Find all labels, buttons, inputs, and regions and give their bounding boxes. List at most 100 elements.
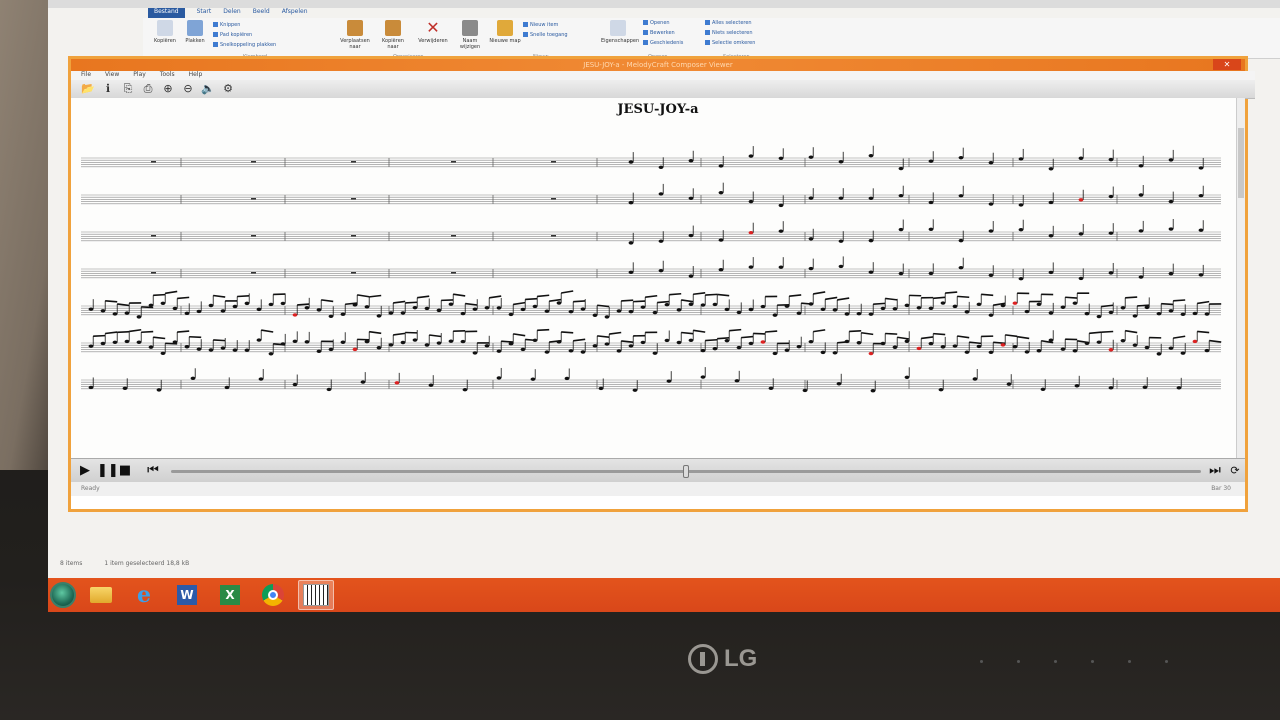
play-button[interactable]: ▶ xyxy=(77,463,93,479)
app-titlebar[interactable]: JESU-JOY-a - MelodyCraft Composer Viewer xyxy=(71,59,1245,71)
zoom-out-icon[interactable]: ⊖ xyxy=(181,82,195,96)
pause-icon: ❚❚ xyxy=(97,463,119,478)
seek-slider[interactable] xyxy=(171,465,1201,478)
taskbar-word[interactable]: W xyxy=(169,580,205,610)
print-icon[interactable]: ⎙ xyxy=(141,82,155,96)
score-scrollbar[interactable] xyxy=(1236,98,1245,458)
menu-help[interactable]: Help xyxy=(189,71,203,80)
ribbon-history[interactable]: Geschiedenis xyxy=(643,40,683,46)
ribbon-invert-selection[interactable]: Selectie omkeren xyxy=(705,40,755,46)
player-bar: ▶ ❚❚ ■ ⏮ ⏭ ⟳ xyxy=(71,458,1245,483)
ribbon-edit[interactable]: Bewerken xyxy=(643,30,675,36)
rewind-start-button[interactable]: ⏮ xyxy=(145,463,161,479)
ribbon-tab-file[interactable]: Bestand xyxy=(148,8,185,18)
ribbon-properties-button[interactable]: Eigenschappen xyxy=(601,20,639,44)
staff xyxy=(81,182,1221,208)
word-icon: W xyxy=(177,585,197,605)
staff xyxy=(81,219,1221,245)
staff xyxy=(81,256,1221,281)
taskbar-excel[interactable]: X xyxy=(212,580,248,610)
item-count: 8 items xyxy=(60,560,83,567)
staff xyxy=(81,145,1221,171)
settings-icon[interactable]: ⚙ xyxy=(221,82,235,96)
excel-icon: X xyxy=(220,585,240,605)
start-button[interactable] xyxy=(50,582,76,608)
rename-icon xyxy=(462,20,478,36)
loop-icon: ⟳ xyxy=(1230,464,1240,477)
ribbon-copy-to-button[interactable]: Kopiëren naar xyxy=(376,20,410,50)
skip-forward-icon: ⏭ xyxy=(1209,463,1221,478)
staff xyxy=(81,328,1222,356)
explorer-titlebar xyxy=(48,0,1280,8)
pause-button[interactable]: ❚❚ xyxy=(97,463,119,479)
status-text: Ready xyxy=(81,485,100,492)
menu-play[interactable]: Play xyxy=(133,71,146,80)
move-icon xyxy=(347,20,363,36)
monitor-buttons xyxy=(980,660,1168,663)
taskbar-chrome[interactable] xyxy=(255,580,291,610)
ribbon-open[interactable]: Openen xyxy=(643,20,670,26)
loop-button[interactable]: ⟳ xyxy=(1227,463,1243,479)
ribbon-paste-shortcut[interactable]: Snelkoppeling plakken xyxy=(213,42,276,48)
close-button[interactable]: ✕ xyxy=(1213,59,1241,70)
app-statusbar: Ready Bar 30 xyxy=(71,482,1245,496)
copy-to-icon xyxy=(385,20,401,36)
ribbon-tab-start[interactable]: Start xyxy=(197,8,212,18)
ribbon-tab-share[interactable]: Delen xyxy=(223,8,240,18)
status-bar-number: Bar 30 xyxy=(1211,485,1231,492)
new-folder-icon xyxy=(497,20,513,36)
open-icon[interactable]: 📂 xyxy=(81,82,95,96)
screen: Bestand Start Delen Beeld Afspelen Kopië… xyxy=(48,0,1280,612)
seek-thumb[interactable] xyxy=(683,465,689,478)
info-icon[interactable]: ℹ xyxy=(101,82,115,96)
monitor-logo: LG xyxy=(688,642,757,676)
skip-end-button[interactable]: ⏭ xyxy=(1207,463,1223,479)
scrollbar-thumb[interactable] xyxy=(1238,128,1244,198)
score-view[interactable]: JESU-JOY-a xyxy=(71,98,1245,458)
music-app-window: JESU-JOY-a - MelodyCraft Composer Viewer… xyxy=(68,56,1255,512)
selection-info: 1 item geselecteerd 18,8 kB xyxy=(104,560,190,567)
menu-tools[interactable]: Tools xyxy=(160,71,175,80)
ribbon-tab-play[interactable]: Afspelen xyxy=(282,8,308,18)
ribbon-cut[interactable]: Knippen xyxy=(213,22,240,28)
delete-icon: ✕ xyxy=(426,18,440,37)
ribbon-select-none[interactable]: Niets selecteren xyxy=(705,30,752,36)
app-toolbar: 📂 ℹ ⎘ ⎙ ⊕ ⊖ 🔈 ⚙ xyxy=(71,80,1255,99)
properties-icon xyxy=(610,20,626,36)
copy-icon[interactable]: ⎘ xyxy=(121,82,135,96)
ribbon-move-button[interactable]: Verplaatsen naar xyxy=(338,20,372,50)
staff xyxy=(81,290,1222,319)
stop-button[interactable]: ■ xyxy=(117,463,133,479)
explorer-ribbon: Kopiëren Plakken Knippen Pad kopiëren Sn… xyxy=(143,18,1280,60)
ribbon-copy-button[interactable]: Kopiëren xyxy=(148,20,182,44)
folder-icon xyxy=(90,587,112,603)
zoom-in-icon[interactable]: ⊕ xyxy=(161,82,175,96)
play-icon: ▶ xyxy=(80,463,90,478)
score-staves xyxy=(81,145,1222,393)
ribbon-tab-view[interactable]: Beeld xyxy=(253,8,270,18)
volume-icon[interactable]: 🔈 xyxy=(201,82,215,96)
skip-back-icon: ⏮ xyxy=(147,463,159,478)
ribbon-paste-button[interactable]: Plakken xyxy=(178,20,212,44)
chrome-icon xyxy=(262,584,284,606)
piano-icon xyxy=(303,584,329,606)
taskbar-internet-explorer[interactable]: e xyxy=(126,580,162,610)
ribbon-new-folder-button[interactable]: Nieuwe map xyxy=(488,20,522,44)
ribbon-delete-button[interactable]: ✕ Verwijderen xyxy=(416,18,450,45)
explorer-statusbar: 8 items 1 item geselecteerd 18,8 kB xyxy=(60,560,189,567)
ribbon-copy-path[interactable]: Pad kopiëren xyxy=(213,32,252,38)
copy-icon xyxy=(157,20,173,36)
taskbar: e W X xyxy=(48,578,1280,612)
explorer-ribbon-tabs: Bestand Start Delen Beeld Afspelen xyxy=(148,8,308,18)
menu-file[interactable]: File xyxy=(81,71,91,80)
taskbar-file-explorer[interactable] xyxy=(83,580,119,610)
taskbar-music-app[interactable] xyxy=(298,580,334,610)
menu-view[interactable]: View xyxy=(105,71,119,80)
internet-explorer-icon: e xyxy=(137,582,151,608)
close-icon: ✕ xyxy=(1223,60,1231,69)
app-menubar: File View Play Tools Help xyxy=(71,71,1255,80)
ribbon-quick-access[interactable]: Snelle toegang xyxy=(523,32,568,38)
ribbon-select-all[interactable]: Alles selecteren xyxy=(705,20,752,26)
ribbon-new-item[interactable]: Nieuw item xyxy=(523,22,558,28)
ribbon-rename-button[interactable]: Naam wijzigen xyxy=(453,20,487,50)
